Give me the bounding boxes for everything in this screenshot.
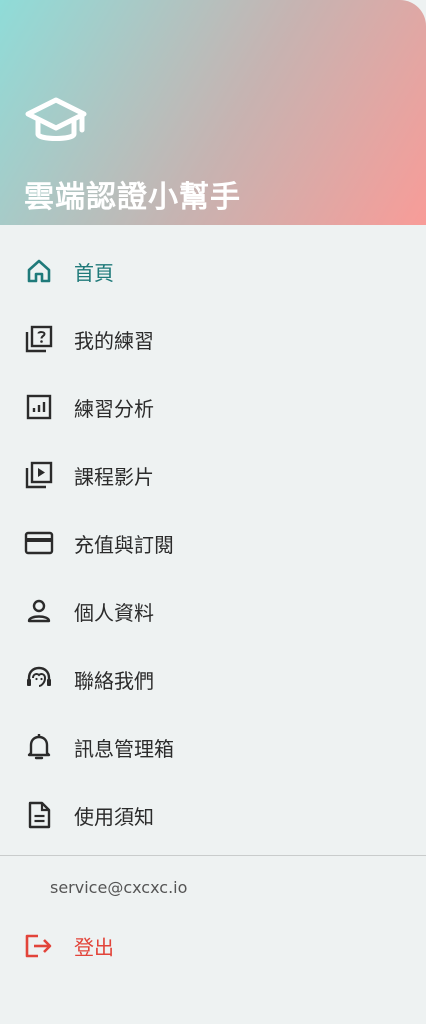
document-icon (24, 800, 54, 830)
menu-item-label: 充值與訂閱 (74, 532, 174, 557)
menu-item-label: 訊息管理箱 (74, 736, 174, 761)
drawer-menu: 首頁 我的練習 練習分析 課程影片 充值與訂閱 個人資料 聯絡我們 訊息管理箱 … (0, 237, 426, 849)
logout-label: 登出 (74, 935, 114, 960)
menu-item-label: 課程影片 (74, 464, 154, 489)
menu-item-label: 練習分析 (74, 396, 154, 421)
app-title: 雲端認證小幫手 (24, 180, 241, 215)
credit-card-icon (24, 528, 54, 558)
divider (0, 855, 426, 856)
analytics-icon (24, 392, 54, 422)
support-email: service@cxcxc.io (50, 878, 188, 897)
menu-item-practice-analysis[interactable]: 練習分析 (0, 373, 426, 441)
menu-item-label: 我的練習 (74, 328, 154, 353)
navigation-drawer: 雲端認證小幫手 首頁 我的練習 練習分析 課程影片 充值與訂閱 個人資料 聯絡我… (0, 0, 426, 1024)
menu-item-contact-us[interactable]: 聯絡我們 (0, 645, 426, 713)
quiz-icon (24, 324, 54, 354)
menu-item-label: 首頁 (74, 260, 114, 285)
menu-item-label: 使用須知 (74, 804, 154, 829)
menu-item-label: 聯絡我們 (74, 668, 154, 693)
menu-item-home[interactable]: 首頁 (0, 237, 426, 305)
home-icon (24, 256, 54, 286)
menu-item-topup-subscription[interactable]: 充值與訂閱 (0, 509, 426, 577)
menu-item-message-box[interactable]: 訊息管理箱 (0, 713, 426, 781)
video-library-icon (24, 460, 54, 490)
graduation-cap-icon (24, 96, 88, 148)
logout-icon (24, 931, 54, 961)
menu-item-my-practice[interactable]: 我的練習 (0, 305, 426, 373)
menu-item-course-videos[interactable]: 課程影片 (0, 441, 426, 509)
menu-item-label: 個人資料 (74, 600, 154, 625)
drawer-header: 雲端認證小幫手 (0, 0, 426, 225)
logout-button[interactable]: 登出 (0, 914, 426, 978)
person-icon (24, 596, 54, 626)
bell-icon (24, 732, 54, 762)
menu-item-terms[interactable]: 使用須知 (0, 781, 426, 849)
menu-item-profile[interactable]: 個人資料 (0, 577, 426, 645)
support-agent-icon (24, 664, 54, 694)
